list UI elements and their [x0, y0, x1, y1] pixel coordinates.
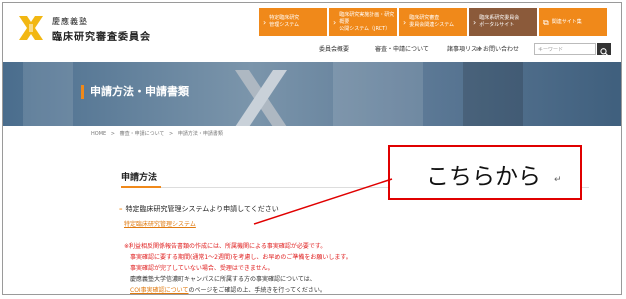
search-button[interactable] — [597, 43, 611, 56]
nav-label-line1: 関連サイト集 — [551, 18, 582, 25]
subnav-review-application[interactable]: 審査・申請について — [375, 44, 429, 53]
nav-label-line1: 臨床研究実施計画・研究概要 — [339, 11, 395, 25]
breadcrumb-review[interactable]: 審査・申請について — [120, 131, 165, 137]
heading-divider-accent — [121, 186, 161, 188]
nav-review-committee-system[interactable]: › 臨床研究審査 委員会関連システム — [399, 8, 467, 36]
note-line-rest: のページをご確認の上、手続きを行ってください。 — [188, 287, 326, 294]
breadcrumb-separator: > — [110, 131, 115, 137]
external-link-icon: ⧉ — [543, 17, 549, 27]
logo-line-1: 慶應義塾 — [52, 17, 88, 26]
dash-icon: – — [119, 205, 123, 213]
chevron-right-icon: › — [263, 17, 267, 27]
nav-jrct-system[interactable]: › 臨床研究実施計画・研究概要 公開システム（jRCT） — [329, 8, 397, 36]
note-line: 慶應義塾大学信濃町キャンパスに所属する方の事実確認については、 — [130, 276, 316, 283]
chevron-right-icon: › — [473, 17, 477, 27]
mail-icon: ✉ — [476, 46, 483, 53]
management-system-link[interactable]: 特定臨床研究管理システム — [124, 219, 196, 228]
nav-label-line2: ポータルサイト — [479, 22, 515, 28]
coi-confirmation-link[interactable]: COI事実確認について — [130, 287, 189, 294]
subheading: – 特定臨床研究管理システムより申請してください — [119, 204, 279, 214]
nav-label-line2: 管理システム — [269, 22, 300, 28]
search-input[interactable]: キーワード — [534, 43, 596, 55]
logo-line-2: 臨床研究審査委員会 — [52, 32, 151, 43]
keio-logo-icon[interactable] — [17, 14, 45, 42]
breadcrumb-home[interactable]: HOME — [91, 131, 106, 137]
note-line: 事実確認に要する期間(通常1～2週間)を考慮し、お早めのご準備をお願いします。 — [130, 254, 352, 261]
top-navigation: › 特定臨床研究 管理システム › 臨床研究実施計画・研究概要 公開システム（jRC… — [259, 8, 609, 36]
chevron-right-icon: › — [403, 17, 407, 27]
subnav-committee-overview[interactable]: 委員会概要 — [319, 44, 349, 53]
banner-title: 申請方法・申請書類 — [81, 85, 189, 99]
nav-portal-site[interactable]: › 臨床系研究委員会 ポータルサイト — [469, 8, 537, 36]
nav-label-line1: 特定臨床研究 — [269, 15, 300, 21]
note-line: ※利益相反関係報告書類の作成には、所属機関による事実確認が必要です。 — [124, 243, 327, 250]
nav-label-line1: 臨床研究審査 — [409, 15, 440, 21]
nav-label-line2: 委員会関連システム — [409, 22, 455, 28]
notes-block: ※利益相反関係報告書類の作成には、所属機関による事実確認が必要です。 事実確認に… — [124, 241, 352, 294]
callout-text: こちらから — [426, 164, 541, 190]
nav-related-sites[interactable]: ⧉ 関連サイト集 — [539, 8, 607, 36]
site-logo-text[interactable]: 慶應義塾 臨床研究審査委員会 — [52, 16, 151, 43]
search-icon — [600, 48, 608, 56]
return-mark-icon: ↵ — [554, 175, 562, 185]
breadcrumb-separator: > — [169, 131, 174, 137]
breadcrumb-current: 申請方法・申請書類 — [177, 131, 223, 137]
subheading-text: 特定臨床研究管理システムより申請してください — [125, 205, 279, 213]
banner-x-monument-icon — [235, 70, 287, 126]
breadcrumb: HOME > 審査・申請について > 申請方法・申請書類 — [91, 130, 226, 137]
chevron-right-icon: › — [333, 17, 337, 27]
nav-label-line1: 臨床系研究委員会 — [479, 15, 520, 21]
nav-label-line2: 公開システム（jRCT） — [339, 25, 391, 32]
nav-specified-clinical-research-system[interactable]: › 特定臨床研究 管理システム — [259, 8, 327, 36]
note-line: 事実確認が完了していない場合、受理はできません。 — [130, 265, 274, 272]
section-heading: 申請方法 — [121, 173, 158, 183]
annotation-callout: こちらから ↵ — [388, 145, 582, 200]
subnav-contact-label: お問い合わせ — [482, 46, 519, 53]
note-line: COI事実確認についてのページをご確認の上、手続きを行ってください。 — [124, 285, 352, 294]
subnav-contact[interactable]: ✉ お問い合わせ — [476, 44, 519, 53]
